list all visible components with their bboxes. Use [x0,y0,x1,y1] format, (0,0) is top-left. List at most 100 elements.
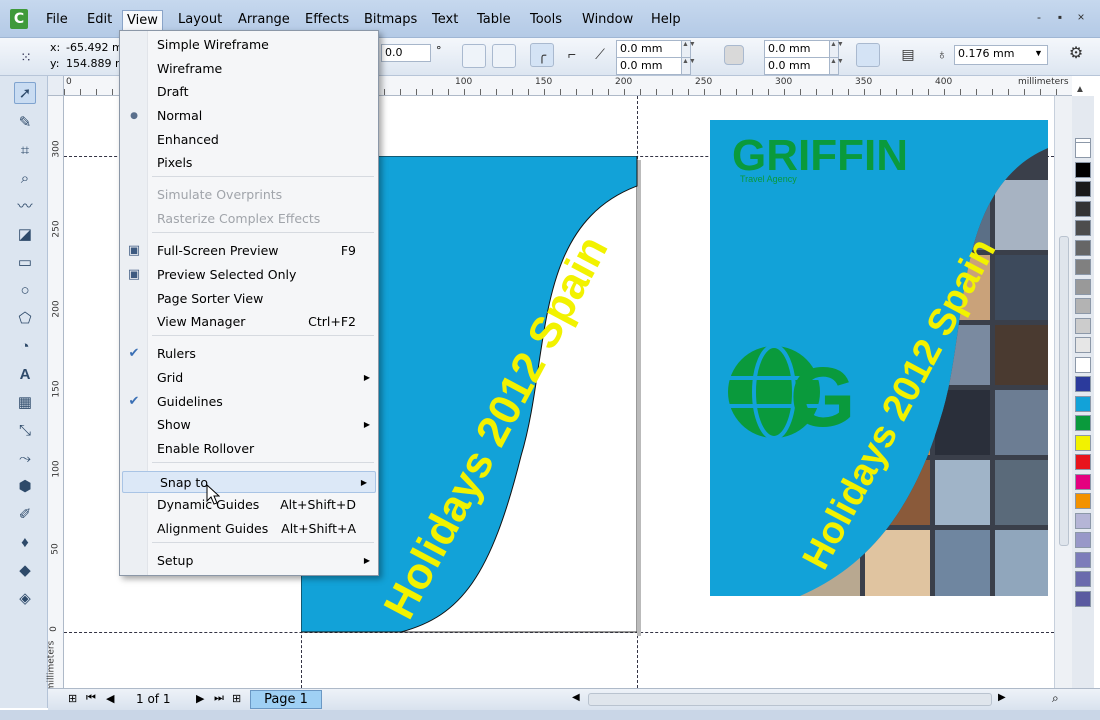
color-swatch[interactable] [1075,493,1091,509]
menu-arrange[interactable]: Arrange [234,10,294,30]
zoom-icon[interactable]: ⌕ [1052,691,1059,706]
freehand-tool-icon[interactable]: 〰 [14,196,36,218]
menu-item-draft[interactable]: Draft [120,81,378,103]
color-swatch[interactable] [1075,551,1091,568]
menu-item-guidelines[interactable]: ✔ Guidelines [120,391,378,413]
shape-tool-icon[interactable]: ✎ [14,112,36,134]
color-swatch[interactable] [1075,415,1091,431]
text-tool-icon[interactable]: A [14,364,36,386]
menu-item-show[interactable]: Show ▶ [120,414,378,436]
menu-bitmaps[interactable]: Bitmaps [360,10,421,30]
menu-layout[interactable]: Layout [174,10,226,30]
lock-corner-icon[interactable] [724,45,744,65]
menu-item-view-manager[interactable]: View Manager Ctrl+F2 [120,311,378,333]
eyedropper-tool-icon[interactable]: ✐ [14,504,36,526]
minimize-icon[interactable]: - [1032,10,1046,24]
color-swatch[interactable] [1075,571,1091,587]
ellipse-tool-icon[interactable]: ○ [14,280,36,302]
menu-item-page-sorter-view[interactable]: Page Sorter View [120,288,378,310]
menu-tools[interactable]: Tools [526,10,566,30]
menu-table[interactable]: Table [473,10,515,30]
horizontal-scrollbar[interactable] [588,693,992,706]
outline-tool-icon[interactable]: ♦ [14,532,36,554]
close-icon[interactable]: × [1074,10,1088,24]
color-swatch[interactable] [1075,278,1091,295]
color-swatch[interactable] [1075,395,1091,412]
interactive-fill-icon[interactable]: ◈ [14,588,36,610]
color-swatch[interactable] [1075,200,1091,217]
brand-tagline[interactable]: Travel Agency [740,174,797,184]
wrap-text-icon[interactable]: ▤ [896,43,920,67]
color-swatch[interactable] [1075,298,1091,314]
menu-text[interactable]: Text [428,10,462,30]
menu-window[interactable]: Window [578,10,637,30]
rectangle-tool-icon[interactable]: ▭ [14,252,36,274]
menu-view[interactable]: View [122,10,163,30]
options-gear-icon[interactable]: ⚙ [1064,43,1088,67]
color-swatch[interactable] [1075,356,1091,373]
scalloped-corner-icon[interactable]: ⌐ [560,43,584,67]
pick-tool-icon[interactable]: ➚ [14,82,36,104]
color-swatch[interactable] [1075,454,1091,470]
spin-button[interactable]: ▲▼ [829,57,844,75]
extrude-tool-icon[interactable]: ⬢ [14,476,36,498]
menu-item-enhanced[interactable]: Enhanced [120,129,378,151]
object-origin-icon[interactable]: ⁙ [14,45,38,69]
menu-item-enable-rollover[interactable]: Enable Rollover [120,438,378,460]
spin-button[interactable]: ▲▼ [829,40,844,58]
brand-name[interactable]: GRIFFIN [732,131,908,180]
table-tool-icon[interactable]: ▦ [14,392,36,414]
color-swatch[interactable] [1075,317,1091,334]
vertical-scrollbar[interactable] [1054,96,1072,688]
color-swatch[interactable] [1075,337,1091,353]
color-swatch[interactable] [1075,532,1091,548]
mirror-vertical-icon[interactable] [492,44,516,68]
color-swatch[interactable] [1075,376,1091,392]
basic-shapes-icon[interactable]: ◔ [14,336,36,358]
color-swatch[interactable] [1075,239,1091,256]
menu-item-simple-wireframe[interactable]: Simple Wireframe [120,34,378,56]
x-position-field[interactable]: -65.492 m [66,41,123,54]
color-swatch[interactable] [1075,434,1091,451]
smart-fill-icon[interactable]: ◪ [14,224,36,246]
first-page-icon[interactable]: ⏮ [86,692,96,705]
color-swatch[interactable] [1075,512,1091,529]
vertical-ruler[interactable]: 300 250 200 150 100 50 0 millimeters [46,96,64,691]
menu-file[interactable]: File [42,10,72,30]
menu-item-rulers[interactable]: ✔ Rulers [120,343,378,365]
add-page-after-icon[interactable]: ⊞ [232,692,241,705]
polygon-tool-icon[interactable]: ⬠ [14,308,36,330]
previous-page-icon[interactable]: ◀ [106,692,114,705]
right-page-artwork[interactable]: GRIFFIN Travel Agency G Holidays 2012 Sp… [710,120,1048,598]
scroll-right-icon[interactable]: ▶ [998,692,1006,703]
corner-radius-top-left[interactable]: 0.0 mm [616,40,682,58]
menu-item-pixels[interactable]: Pixels [120,152,378,174]
chevron-down-icon[interactable]: ▼ [1034,48,1043,58]
corner-radius-bottom-right[interactable]: 0.0 mm [764,57,830,75]
page-tab-1[interactable]: Page 1 [250,690,322,709]
color-swatch[interactable] [1075,220,1091,236]
connector-tool-icon[interactable]: ⤳ [14,448,36,470]
zoom-tool-icon[interactable]: ⌕ [14,168,36,190]
crop-tool-icon[interactable]: ⌗ [14,140,36,162]
spin-button[interactable]: ▲▼ [681,57,696,75]
rotation-angle-field[interactable]: 0.0 [381,44,431,62]
next-page-icon[interactable]: ▶ [196,692,204,705]
spin-button[interactable]: ▲▼ [681,40,696,58]
outline-pen-icon[interactable]: ♁ [930,43,954,67]
menu-item-full-screen-preview[interactable]: ▣ Full-Screen Preview F9 [120,240,378,262]
scroll-thumb[interactable] [1059,236,1069,546]
menu-item-wireframe[interactable]: Wireframe [120,58,378,80]
menu-edit[interactable]: Edit [83,10,116,30]
scale-corners-icon[interactable] [856,43,880,67]
menu-item-dynamic-guides[interactable]: Dynamic Guides Alt+Shift+D [120,494,378,516]
color-swatch[interactable] [1075,473,1091,490]
menu-help[interactable]: Help [647,10,685,30]
ruler-origin[interactable] [48,76,64,96]
menu-item-snap-to[interactable]: Snap to ▶ [122,471,376,493]
chamfered-corner-icon[interactable]: ⟋ [588,43,612,67]
scroll-left-icon[interactable]: ◀ [572,692,580,703]
dimension-tool-icon[interactable]: ⤡ [14,420,36,442]
color-swatch[interactable] [1075,142,1091,158]
corner-radius-top-right[interactable]: 0.0 mm [764,40,830,58]
